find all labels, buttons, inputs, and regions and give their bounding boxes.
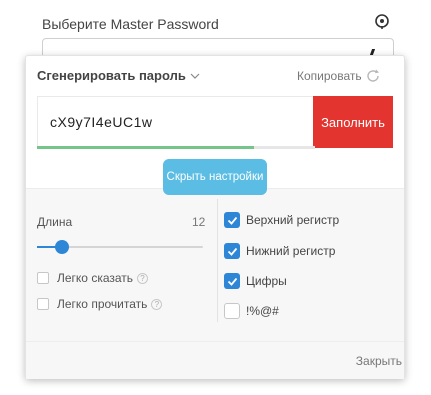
generated-password[interactable]: cX9y7I4eUC1w (50, 114, 153, 130)
lowercase-checkbox[interactable] (224, 243, 240, 259)
symbols-label: !%@# (246, 304, 279, 318)
check-icon (227, 247, 237, 256)
refresh-icon[interactable] (365, 68, 381, 84)
lowercase-option[interactable]: Нижний регистр (224, 243, 335, 259)
uppercase-checkbox[interactable] (224, 212, 240, 228)
generate-password-dropdown[interactable]: Сгенерировать пароль (37, 68, 200, 83)
copy-label: Копировать (297, 69, 362, 83)
help-icon[interactable]: ? (137, 272, 149, 284)
chevron-down-icon (190, 73, 200, 79)
symbols-checkbox[interactable] (224, 303, 240, 319)
popup-footer: Закрыть (26, 341, 404, 379)
symbols-option[interactable]: !%@# (224, 303, 279, 319)
generate-password-label: Сгенерировать пароль (37, 68, 186, 83)
length-slider-handle[interactable] (54, 240, 69, 254)
copy-button[interactable]: Копировать (297, 68, 381, 84)
digits-label: Цифры (246, 274, 287, 288)
digits-option[interactable]: Цифры (224, 273, 287, 289)
easy-to-read-option[interactable]: Легко прочитать ? (37, 297, 163, 311)
easy-to-say-label: Легко сказать (57, 271, 134, 285)
lowercase-label: Нижний регистр (246, 244, 336, 258)
generated-password-field[interactable]: cX9y7I4eUC1w Заполнить (37, 96, 393, 148)
strength-meter-fill (37, 146, 254, 149)
length-value: 12 (192, 215, 206, 229)
eye-icon[interactable] (373, 12, 391, 30)
easy-to-read-label: Легко прочитать (57, 297, 148, 311)
hide-settings-button[interactable]: Скрыть настройки (163, 159, 267, 195)
master-password-label: Выберите Master Password (42, 16, 219, 32)
easy-to-read-checkbox[interactable] (37, 298, 49, 310)
easy-to-say-option[interactable]: Легко сказать ? (37, 271, 149, 285)
help-icon[interactable]: ? (151, 298, 163, 310)
settings-divider (217, 199, 218, 322)
check-icon (227, 277, 237, 286)
uppercase-label: Верхний регистр (246, 213, 340, 227)
digits-checkbox[interactable] (224, 273, 240, 289)
password-generator-popup: Сгенерировать пароль Копировать cX9y7I4e… (25, 55, 405, 379)
length-label: Длина (37, 215, 73, 229)
length-slider[interactable] (37, 240, 203, 254)
strength-meter (37, 146, 315, 149)
fill-button[interactable]: Заполнить (313, 96, 393, 148)
easy-to-say-checkbox[interactable] (37, 272, 49, 284)
close-button[interactable]: Закрыть (356, 354, 402, 368)
uppercase-option[interactable]: Верхний регистр (224, 212, 339, 228)
check-icon (227, 216, 237, 225)
settings-panel: Длина 12 Легко сказать ? Легко прочитать… (26, 188, 404, 342)
